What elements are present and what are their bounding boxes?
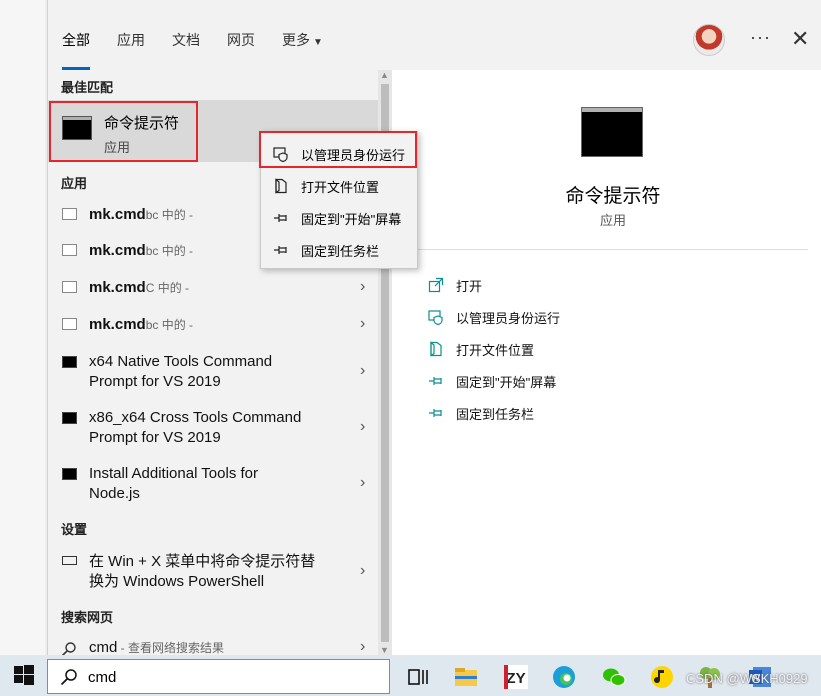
detail-subtitle: 应用 [599, 213, 626, 228]
action-open-file-location[interactable]: 打开文件位置 [428, 339, 534, 359]
wechat-icon[interactable] [601, 664, 627, 690]
chevron-right-icon[interactable]: › [360, 278, 365, 296]
edge-browser-icon[interactable] [551, 664, 577, 690]
context-open-file-location[interactable]: 打开文件位置 [261, 170, 417, 202]
detail-title: 命令提示符 [565, 186, 661, 207]
tab-more[interactable]: 更多 ▼ [282, 0, 323, 70]
best-match-subtitle: 应用 [104, 140, 131, 155]
folder-icon [275, 178, 287, 194]
action-run-as-admin[interactable]: 以管理员身份运行 [428, 307, 560, 327]
divider [418, 249, 808, 250]
open-icon [428, 277, 444, 293]
best-match-heading: 最佳匹配 [61, 80, 114, 95]
chevron-down-icon: ▼ [313, 37, 323, 48]
chevron-right-icon[interactable]: › [360, 474, 365, 492]
chevron-right-icon[interactable]: › [360, 315, 365, 333]
chevron-right-icon[interactable]: › [360, 562, 365, 580]
pin-icon [429, 409, 442, 417]
list-item[interactable]: mk.cmdbc 中的 - › [48, 315, 378, 343]
list-item[interactable]: x64 Native Tools Command Prompt for VS 20… [48, 352, 378, 396]
context-pin-to-taskbar[interactable]: 固定到任务栏 [261, 234, 417, 266]
music-app-icon[interactable] [649, 664, 675, 690]
shield-icon [428, 310, 443, 325]
monitor-icon [62, 556, 77, 565]
taskbar-search-box[interactable] [47, 659, 390, 694]
folder-icon [430, 341, 442, 357]
watermark: CSDN @WSKH0929 [686, 671, 808, 686]
script-file-icon [62, 318, 77, 330]
script-file-icon [62, 281, 77, 293]
web-heading: 搜索网页 [61, 610, 114, 625]
command-prompt-icon [581, 107, 643, 157]
command-prompt-icon [62, 116, 92, 140]
more-options-icon[interactable]: ··· [750, 27, 771, 48]
desktop-background [0, 0, 45, 655]
windows-start-icon[interactable] [14, 665, 34, 685]
script-file-icon [62, 208, 77, 220]
chevron-right-icon[interactable]: › [360, 418, 365, 436]
apps-heading: 应用 [61, 176, 88, 191]
search-panel: 全部 应用 文档 网页 更多 ▼ ··· ✕ 最佳匹配 命令提示符 应用 应用 m… [47, 0, 821, 657]
context-pin-to-start[interactable]: 固定到"开始"屏幕 [261, 202, 417, 234]
list-item[interactable]: x86_x64 Cross Tools Command Prompt for VS… [48, 408, 378, 452]
close-icon[interactable]: ✕ [791, 26, 809, 52]
settings-item[interactable]: 在 Win + X 菜单中将命令提示符替 换为 Windows PowerShel… [48, 552, 378, 596]
command-prompt-icon [62, 412, 77, 424]
script-file-icon [62, 244, 77, 256]
detail-pane: 命令提示符 应用 打开 以管理员身份运行 打开文件位置 固定到"开始"屏幕 固定… [404, 79, 821, 655]
scroll-up-icon[interactable]: ▲ [380, 70, 389, 80]
best-match-title: 命令提示符 [104, 115, 180, 132]
shield-icon [273, 147, 288, 162]
pin-icon [429, 377, 442, 385]
context-menu: 以管理员身份运行 打开文件位置 固定到"开始"屏幕 固定到任务栏 [260, 131, 418, 269]
tab-documents[interactable]: 文档 [172, 0, 200, 70]
chevron-right-icon[interactable]: › [360, 362, 365, 380]
action-open[interactable]: 打开 [428, 275, 482, 295]
action-pin-to-start[interactable]: 固定到"开始"屏幕 [428, 371, 556, 391]
task-view-icon[interactable] [405, 664, 431, 690]
settings-heading: 设置 [61, 522, 88, 537]
file-explorer-icon[interactable] [453, 664, 479, 690]
avatar[interactable] [693, 24, 725, 56]
tab-apps[interactable]: 应用 [117, 0, 145, 70]
tab-web[interactable]: 网页 [227, 0, 255, 70]
chevron-right-icon[interactable]: › [360, 638, 365, 656]
svg-text:ZY: ZY [506, 670, 525, 687]
filter-tabs: 全部 应用 文档 网页 更多 ▼ [62, 0, 350, 70]
action-pin-to-taskbar[interactable]: 固定到任务栏 [428, 403, 534, 423]
context-run-as-admin[interactable]: 以管理员身份运行 [261, 138, 417, 170]
zy-app-icon[interactable]: ZY [503, 664, 529, 690]
pin-icon [274, 246, 287, 254]
pin-icon [274, 214, 287, 222]
tab-all[interactable]: 全部 [62, 0, 90, 70]
search-input[interactable] [88, 667, 378, 687]
command-prompt-icon [62, 356, 77, 368]
filter-bar: 全部 应用 文档 网页 更多 ▼ ··· ✕ [48, 0, 821, 70]
scroll-down-icon[interactable]: ▼ [380, 645, 389, 655]
command-prompt-icon [62, 468, 77, 480]
list-item[interactable]: Install Additional Tools for Node.js › [48, 464, 378, 508]
search-icon [60, 669, 77, 686]
list-item[interactable]: mk.cmdC 中的 - › [48, 278, 378, 306]
